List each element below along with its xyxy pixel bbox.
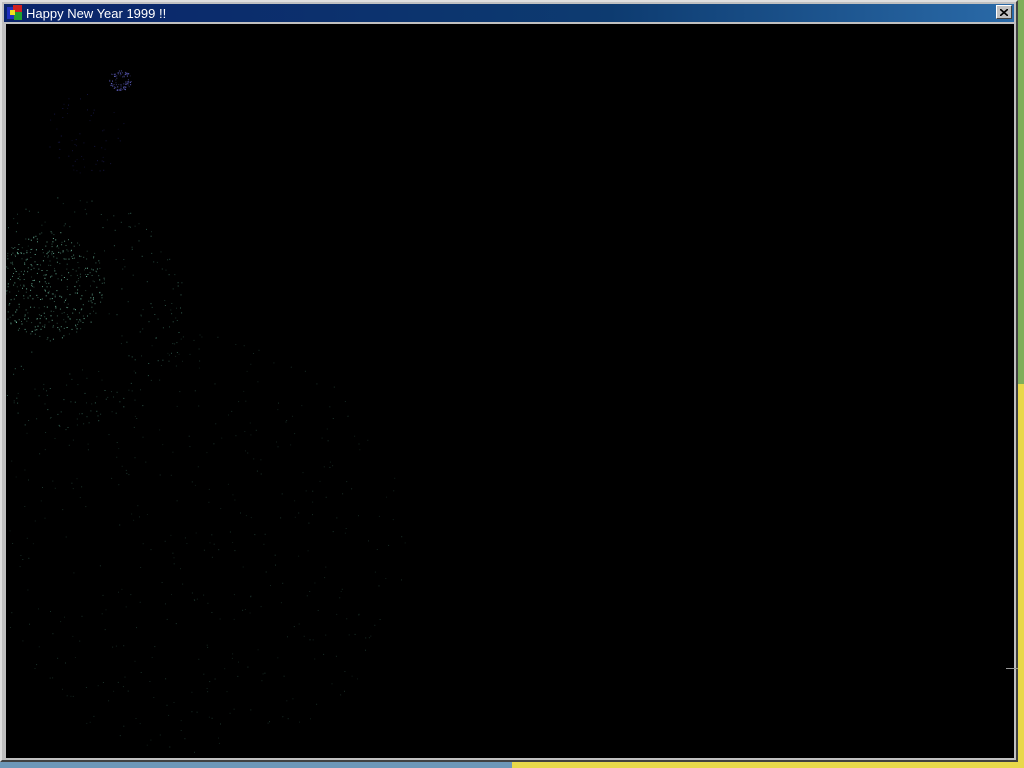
desktop-background-bottom <box>0 762 1024 768</box>
app-icon[interactable] <box>7 5 23 21</box>
firework-teal <box>6 231 105 342</box>
close-icon <box>1000 8 1008 16</box>
fireworks-window: Happy New Year 1999 !! <box>0 0 1018 762</box>
close-button[interactable] <box>996 5 1012 19</box>
desktop-background-right-yellow <box>1018 384 1024 768</box>
fireworks-svg <box>6 70 406 753</box>
fireworks-canvas <box>6 24 1014 758</box>
window-title: Happy New Year 1999 !! <box>26 5 167 21</box>
desktop-background-right <box>1018 0 1024 768</box>
title-bar[interactable]: Happy New Year 1999 !! <box>4 4 1014 22</box>
firework-blue-haze <box>49 94 125 174</box>
desktop-background-bottom-yellow <box>512 762 1024 768</box>
firework-teal-outer <box>6 197 184 433</box>
firework-blue <box>109 70 132 91</box>
cursor-edge-mark <box>1006 668 1018 669</box>
firework-sparkle-trail <box>9 334 406 753</box>
